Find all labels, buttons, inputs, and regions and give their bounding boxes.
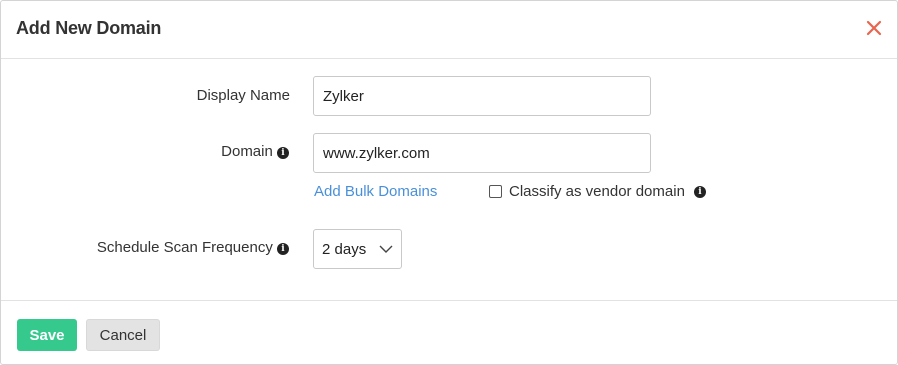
add-bulk-domains-link[interactable]: Add Bulk Domains <box>314 183 437 200</box>
dialog-header: Add New Domain <box>1 1 897 59</box>
dialog-footer: Save Cancel <box>1 300 897 365</box>
add-domain-dialog: Add New Domain Display Name Domain i Add… <box>0 0 898 365</box>
domain-input[interactable] <box>313 133 651 173</box>
close-button[interactable] <box>865 19 883 37</box>
display-name-label: Display Name <box>197 87 290 104</box>
info-icon[interactable]: i <box>693 185 706 198</box>
dialog-title: Add New Domain <box>16 18 162 38</box>
display-name-label-text: Display Name <box>196 87 290 104</box>
info-icon[interactable]: i <box>277 243 289 255</box>
schedule-scan-label-text: Schedule Scan Frequency <box>96 239 273 256</box>
cancel-button[interactable]: Cancel <box>86 319 160 351</box>
domain-label-text: Domain <box>221 143 273 160</box>
schedule-scan-label: Schedule Scan Frequency i <box>97 239 289 256</box>
chevron-down-icon <box>379 245 393 253</box>
info-icon[interactable]: i <box>277 147 289 159</box>
classify-vendor-label: Classify as vendor domain <box>509 183 685 200</box>
scan-frequency-value: 2 days <box>322 240 367 258</box>
classify-vendor-option[interactable]: Classify as vendor domain i <box>489 183 706 200</box>
classify-vendor-checkbox[interactable] <box>489 185 502 198</box>
scan-frequency-select[interactable]: 2 days <box>313 229 402 269</box>
domain-label: Domain i <box>221 143 289 160</box>
close-icon <box>866 20 882 36</box>
display-name-input[interactable] <box>313 76 651 116</box>
save-button[interactable]: Save <box>17 319 77 351</box>
